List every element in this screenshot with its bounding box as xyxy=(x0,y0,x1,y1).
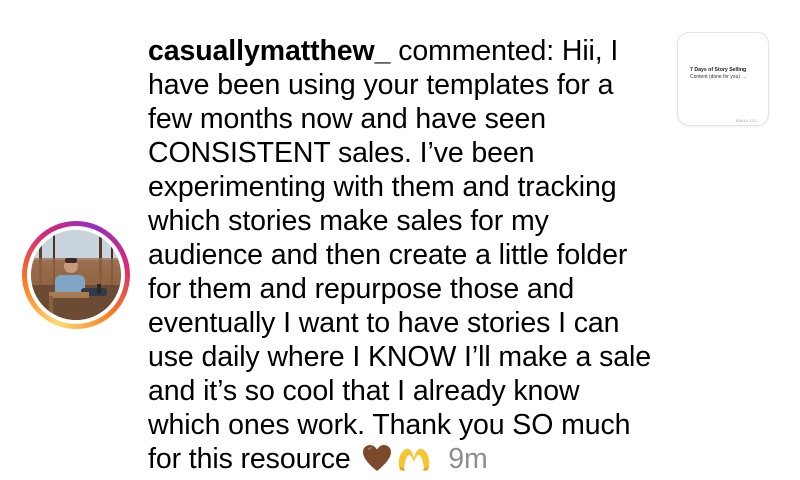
post-thumbnail[interactable]: 7 Days of Story Selling Content (done fo… xyxy=(677,32,769,126)
post-thumbnail-title: 7 Days of Story Selling xyxy=(690,67,747,73)
comment-action: commented: xyxy=(398,35,555,67)
comment-timestamp: 9m xyxy=(448,443,488,475)
comment-body: Hii, I have been using your templates fo… xyxy=(148,35,651,475)
post-thumbnail-footer: DAILY CO... xyxy=(736,118,761,123)
comment-text: casuallymatthew_ commented: Hii, I have … xyxy=(148,34,658,480)
comment-username[interactable]: casuallymatthew_ xyxy=(148,35,390,67)
avatar-story-ring[interactable] xyxy=(22,221,130,329)
avatar[interactable] xyxy=(31,230,121,320)
avatar-photo xyxy=(31,230,121,320)
brown-heart-icon xyxy=(362,444,392,480)
heart-hands-icon xyxy=(396,444,432,480)
post-thumbnail-subtitle: Content (done for you) → xyxy=(690,74,747,80)
